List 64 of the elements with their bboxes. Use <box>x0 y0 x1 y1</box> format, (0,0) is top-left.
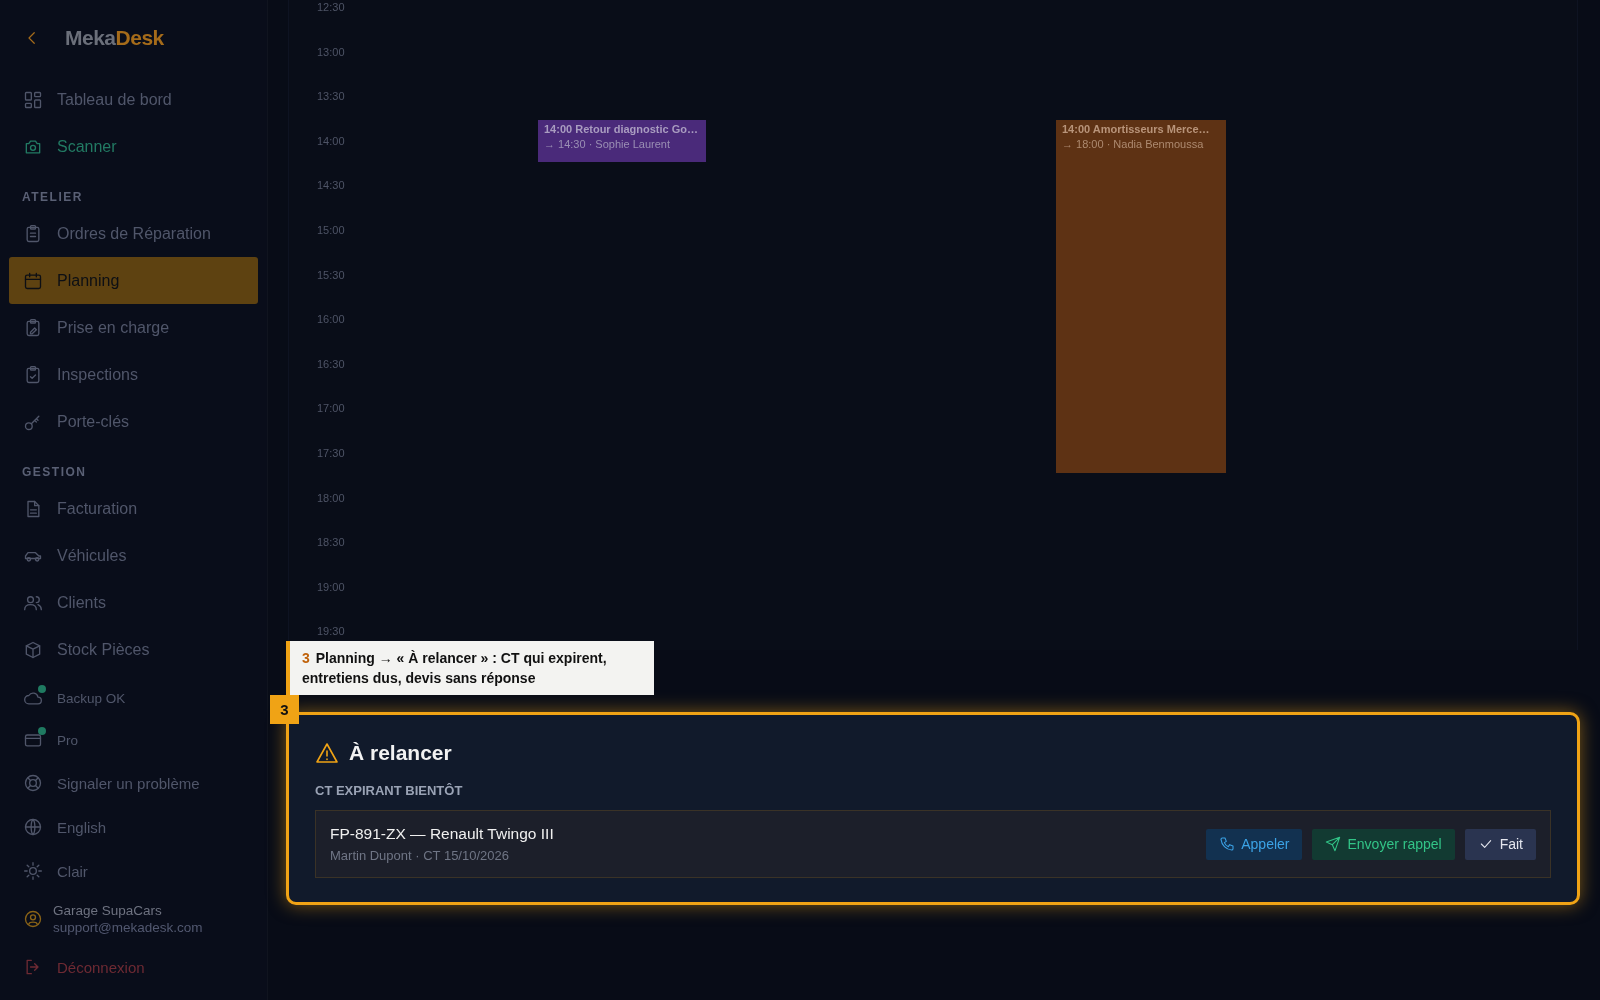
time-label: 19:30 <box>317 625 345 638</box>
send-reminder-button[interactable]: Envoyer rappel <box>1312 828 1455 860</box>
time-label: 15:30 <box>317 268 345 281</box>
section-heading: CT EXPIRANT BIENTÔT <box>315 783 464 798</box>
time-label: 13:00 <box>317 45 345 58</box>
sun-icon <box>23 861 43 881</box>
logout-link[interactable]: Déconnexion <box>9 945 258 989</box>
time-label: 12:30 <box>317 1 345 13</box>
nav-item[interactable]: English <box>9 805 258 849</box>
box-icon <box>23 639 43 660</box>
section-heading: GESTION <box>21 464 88 481</box>
nav-item[interactable]: Véhicules <box>9 532 258 579</box>
status-dot <box>38 727 46 735</box>
status-dot <box>38 685 46 693</box>
status-item[interactable]: Pro <box>9 719 258 761</box>
calendar-event[interactable]: 14:00 Amortisseurs Merce… → 18:00 · Nadia Benmoussa <box>1056 120 1226 473</box>
section-heading: ATELIER <box>21 189 84 206</box>
time-label: 15:00 <box>317 223 345 236</box>
phone-icon <box>1219 836 1236 852</box>
nav-item[interactable]: Planning <box>9 257 258 304</box>
step-badge: 3 <box>270 695 299 724</box>
warning-icon <box>315 741 339 765</box>
lifebuoy-icon <box>23 773 43 793</box>
reminder-detail: Martin Dupont · CT 15/10/2026 <box>330 848 510 863</box>
send-icon <box>1325 836 1342 852</box>
reminder-title: FP-891-ZX — Renault Twingo III <box>330 825 554 843</box>
time-label: 13:30 <box>317 90 345 103</box>
event-title: 14:00 Amortisseurs Merce… <box>1062 123 1211 135</box>
nav-item[interactable]: Inspections <box>9 351 258 398</box>
call-button[interactable]: Appeler <box>1206 828 1303 860</box>
nav-item[interactable]: Stock Pièces <box>9 626 258 673</box>
time-label: 17:30 <box>317 446 345 459</box>
user-circle-icon <box>23 909 43 929</box>
event-detail: → 18:00 · Nadia Benmoussa <box>1062 138 1205 150</box>
nav-item[interactable]: Tableau de bord <box>9 76 258 123</box>
card-title: À relancer <box>349 741 452 765</box>
nav-item[interactable]: Clair <box>9 849 258 893</box>
nav-item[interactable]: Facturation <box>9 485 258 532</box>
nav-item[interactable]: Ordres de Réparation <box>9 210 258 257</box>
nav-item[interactable]: Porte-clés <box>9 398 258 445</box>
time-label: 19:00 <box>317 580 345 593</box>
event-detail: → 14:30 · Sophie Laurent <box>544 138 671 150</box>
done-button[interactable]: Fait <box>1464 828 1536 860</box>
account-email: support@mekadesk.com <box>53 920 203 935</box>
app-logo: MekaDesk <box>65 26 164 50</box>
nav-item[interactable]: Scanner <box>9 123 258 170</box>
time-label: 16:00 <box>317 313 345 326</box>
time-label: 14:30 <box>317 179 345 192</box>
grid-icon <box>23 89 43 110</box>
nav-item[interactable]: Clients <box>9 579 258 626</box>
nav-item[interactable]: Prise en charge <box>9 304 258 351</box>
calendar-event[interactable]: 14:00 Retour diagnostic Go… → 14:30 · Sophie Laurent <box>538 120 706 162</box>
time-label: 18:30 <box>317 536 345 549</box>
nav-item[interactable]: Signaler un problème <box>9 761 258 805</box>
account-name: Garage SupaCars <box>53 903 163 918</box>
time-label: 14:00 <box>317 134 345 147</box>
calendar-icon <box>23 270 43 291</box>
time-label: 16:30 <box>317 357 345 370</box>
tour-tooltip: 3 Planning → « À relancer » : CT qui expirent, entretiens dus, devis sans réponse <box>286 641 654 695</box>
globe-icon <box>23 817 43 837</box>
event-title: 14:00 Retour diagnostic Go… <box>544 123 700 135</box>
time-label: 18:00 <box>317 491 345 504</box>
time-label: 17:00 <box>317 402 345 415</box>
status-item[interactable]: Backup OK <box>9 677 258 719</box>
